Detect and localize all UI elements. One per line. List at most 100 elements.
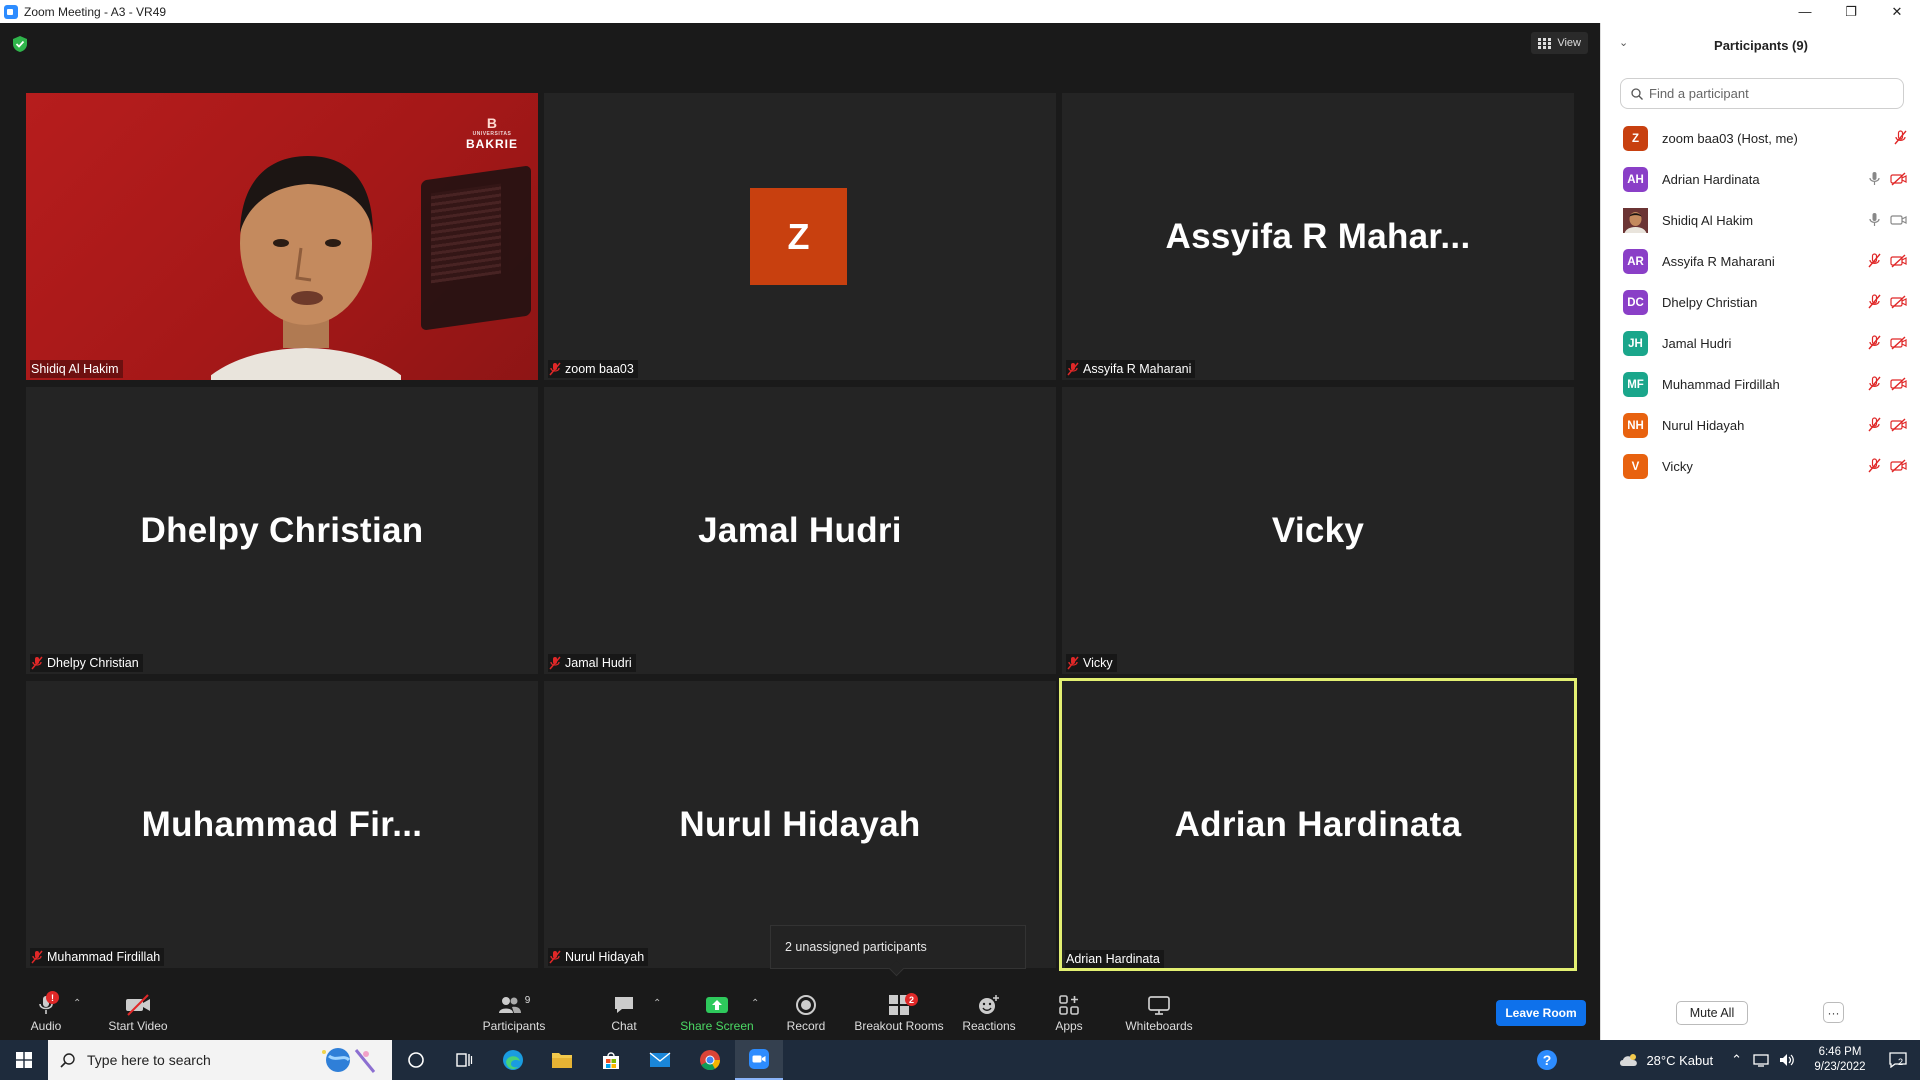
video-icon[interactable] xyxy=(1890,213,1907,227)
mic-muted-icon xyxy=(549,656,561,670)
mic-muted-icon[interactable] xyxy=(1894,130,1907,145)
participant-name-label: Nurul Hidayah xyxy=(548,948,649,966)
participant-name: Muhammad Firdillah xyxy=(1662,377,1780,392)
unassigned-participants-toast[interactable]: 2 unassigned participants xyxy=(770,925,1026,969)
mic-muted-icon[interactable] xyxy=(1868,335,1881,350)
show-hidden-icons-chevron-icon[interactable]: ⌃ xyxy=(1731,1052,1742,1068)
participant-avatar: DC xyxy=(1623,290,1648,315)
mic-muted-icon[interactable] xyxy=(1868,376,1881,391)
video-off-icon[interactable] xyxy=(1890,458,1907,473)
microphone-icon[interactable] xyxy=(1868,212,1881,227)
view-button[interactable]: View xyxy=(1531,32,1588,54)
taskbar-date: 9/23/2022 xyxy=(1814,1061,1866,1073)
video-tile-adrian-active-speaker[interactable]: Adrian Hardinata Adrian Hardinata xyxy=(1059,678,1577,971)
chrome-icon[interactable] xyxy=(686,1040,734,1080)
start-video-button[interactable]: Start Video xyxy=(93,992,183,1038)
search-icon xyxy=(1631,87,1643,100)
window-title: Zoom Meeting - A3 - VR49 xyxy=(24,4,167,19)
participant-row[interactable]: AR Assyifa R Maharani xyxy=(1601,241,1920,282)
panel-title: Participants (9) xyxy=(1714,37,1808,53)
video-off-icon[interactable] xyxy=(1890,171,1907,186)
video-off-icon xyxy=(126,994,150,1016)
video-tile-vicky[interactable]: Vicky Vicky xyxy=(1062,387,1574,674)
restore-button[interactable]: ❐ xyxy=(1828,0,1874,23)
participant-photo-avatar xyxy=(1623,208,1648,233)
video-tile-assyifa[interactable]: Assyifa R Mahar... Assyifa R Maharani xyxy=(1062,93,1574,380)
volume-icon[interactable] xyxy=(1778,1052,1796,1068)
taskbar-search[interactable]: Type here to search xyxy=(48,1040,392,1080)
participants-icon xyxy=(498,997,521,1013)
video-tile-muhammad[interactable]: Muhammad Fir... Muhammad Firdillah xyxy=(26,681,538,968)
leave-room-button[interactable]: Leave Room xyxy=(1496,1000,1586,1026)
participant-row[interactable]: DC Dhelpy Christian xyxy=(1601,282,1920,323)
video-tile-shidiq[interactable]: B UNIVERSITAS BAKRIE Shidiq Al Hakim xyxy=(26,93,538,380)
microsoft-store-icon[interactable] xyxy=(587,1040,635,1080)
title-bar: Zoom Meeting - A3 - VR49 — ❐ ✕ xyxy=(0,0,1920,23)
chat-options-caret[interactable]: ⌃ xyxy=(653,998,661,1009)
mail-icon[interactable] xyxy=(636,1040,684,1080)
weather-text[interactable]: 28°C Kabut xyxy=(1646,1053,1713,1068)
reactions-button[interactable]: Reactions xyxy=(944,992,1034,1038)
file-explorer-icon[interactable] xyxy=(538,1040,586,1080)
meeting-area: View B UNIVERSITAS BAKRIE Shidiq Al Haki… xyxy=(0,23,1600,988)
edge-browser-icon[interactable] xyxy=(489,1040,537,1080)
mic-muted-icon xyxy=(1067,362,1079,376)
mic-muted-icon[interactable] xyxy=(1868,458,1881,473)
participant-status-icons xyxy=(1868,212,1907,227)
video-off-icon[interactable] xyxy=(1890,253,1907,268)
notification-center-button[interactable]: 2 xyxy=(1876,1040,1920,1080)
audio-options-caret[interactable]: ⌃ xyxy=(73,998,81,1009)
mic-muted-icon[interactable] xyxy=(1868,417,1881,432)
share-screen-button[interactable]: Share Screen xyxy=(672,992,762,1038)
participant-row[interactable]: AH Adrian Hardinata xyxy=(1601,159,1920,200)
mic-muted-icon[interactable] xyxy=(1868,253,1881,268)
taskbar-clock[interactable]: 6:46 PM 9/23/2022 xyxy=(1804,1045,1876,1075)
participant-name: zoom baa03 (Host, me) xyxy=(1662,131,1798,146)
whiteboard-icon xyxy=(1148,996,1170,1015)
reactions-icon xyxy=(979,995,999,1014)
cortana-icon[interactable] xyxy=(392,1040,440,1080)
video-off-icon[interactable] xyxy=(1890,294,1907,309)
microphone-icon[interactable] xyxy=(1868,171,1881,186)
participant-row[interactable]: NH Nurul Hidayah xyxy=(1601,405,1920,446)
zoom-taskbar-icon[interactable] xyxy=(735,1040,783,1080)
video-tile-dhelpy[interactable]: Dhelpy Christian Dhelpy Christian xyxy=(26,387,538,674)
network-icon[interactable] xyxy=(1752,1052,1770,1068)
record-button[interactable]: Record xyxy=(761,992,851,1038)
minimize-button[interactable]: — xyxy=(1782,0,1828,23)
mic-muted-icon[interactable] xyxy=(1868,294,1881,309)
participant-search[interactable] xyxy=(1620,78,1904,109)
whiteboards-button[interactable]: Whiteboards xyxy=(1114,992,1204,1038)
notification-count: 2 xyxy=(1898,1057,1904,1067)
close-button[interactable]: ✕ xyxy=(1874,0,1920,23)
participant-row[interactable]: JH Jamal Hudri xyxy=(1601,323,1920,364)
participant-person-image xyxy=(211,156,401,380)
video-off-icon[interactable] xyxy=(1890,335,1907,350)
video-off-icon[interactable] xyxy=(1890,376,1907,391)
security-shield-icon[interactable] xyxy=(12,35,28,53)
view-label: View xyxy=(1557,37,1581,49)
participant-status-icons xyxy=(1868,417,1907,432)
video-tile-jamal[interactable]: Jamal Hudri Jamal Hudri xyxy=(544,387,1056,674)
share-options-caret[interactable]: ⌃ xyxy=(751,998,759,1009)
mute-all-button[interactable]: Mute All xyxy=(1676,1001,1748,1025)
participant-row[interactable]: Zzoom baa03 (Host, me) xyxy=(1601,118,1920,159)
participant-name: Nurul Hidayah xyxy=(1662,418,1745,433)
task-view-icon[interactable] xyxy=(440,1040,488,1080)
participant-row[interactable]: MF Muhammad Firdillah xyxy=(1601,364,1920,405)
participants-button[interactable]: 9 Participants xyxy=(469,992,559,1038)
apps-button[interactable]: Apps xyxy=(1024,992,1114,1038)
more-options-button[interactable]: ··· xyxy=(1823,1002,1844,1023)
participant-display-name: Dhelpy Christian xyxy=(140,510,424,550)
breakout-rooms-button[interactable]: 2 Breakout Rooms xyxy=(853,992,945,1038)
participant-row[interactable]: V Vicky xyxy=(1601,446,1920,487)
windows-start-button[interactable] xyxy=(0,1040,48,1080)
search-input[interactable] xyxy=(1649,86,1889,101)
video-off-icon[interactable] xyxy=(1890,417,1907,432)
participant-status-icons xyxy=(1868,253,1907,268)
video-tile-zoom-baa03[interactable]: Z zoom baa03 xyxy=(544,93,1056,380)
help-icon[interactable]: ? xyxy=(1536,1049,1558,1071)
participant-row[interactable]: Shidiq Al Hakim xyxy=(1601,200,1920,241)
participant-display-name: Jamal Hudri xyxy=(698,510,902,550)
taskbar-time: 6:46 PM xyxy=(1818,1046,1862,1058)
